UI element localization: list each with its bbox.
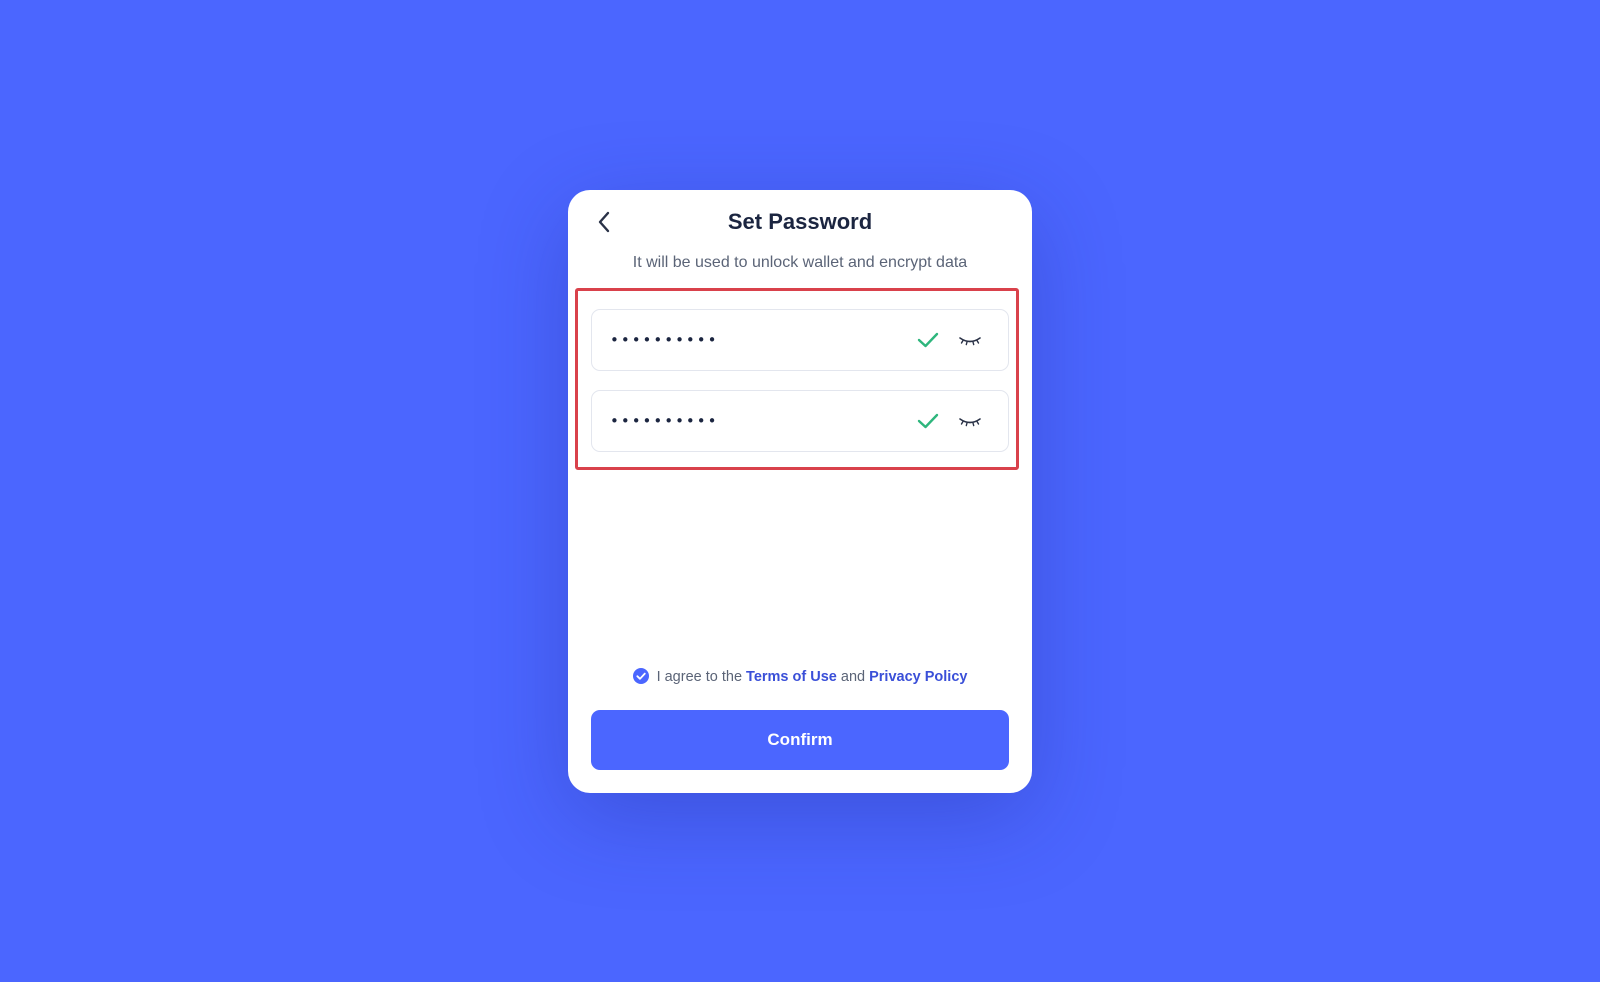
- terms-agreement: I agree to the Terms of Use and Privacy …: [568, 667, 1032, 687]
- page-title: Set Password: [727, 209, 873, 234]
- page-subtitle: It will be used to unlock wallet and enc…: [632, 254, 968, 271]
- eye-closed-icon[interactable]: [958, 411, 982, 431]
- confirm-password-field: [591, 390, 1009, 452]
- check-icon: [917, 413, 939, 429]
- confirm-password-input[interactable]: [610, 391, 880, 451]
- eye-closed-icon[interactable]: [958, 330, 982, 350]
- checkbox-checked-icon[interactable]: [632, 668, 649, 684]
- password-field: [591, 309, 1009, 371]
- agreement-conjunction: and: [840, 669, 866, 685]
- password-input[interactable]: [610, 310, 880, 370]
- terms-of-use-link[interactable]: Terms of Use: [746, 669, 837, 685]
- confirm-button[interactable]: Confirm: [591, 710, 1009, 770]
- set-password-card: Set Password It will be used to unlock w…: [568, 190, 1032, 793]
- agreement-prefix: I agree to the: [656, 669, 743, 685]
- check-icon: [917, 332, 939, 348]
- privacy-policy-link[interactable]: Privacy Policy: [869, 669, 967, 685]
